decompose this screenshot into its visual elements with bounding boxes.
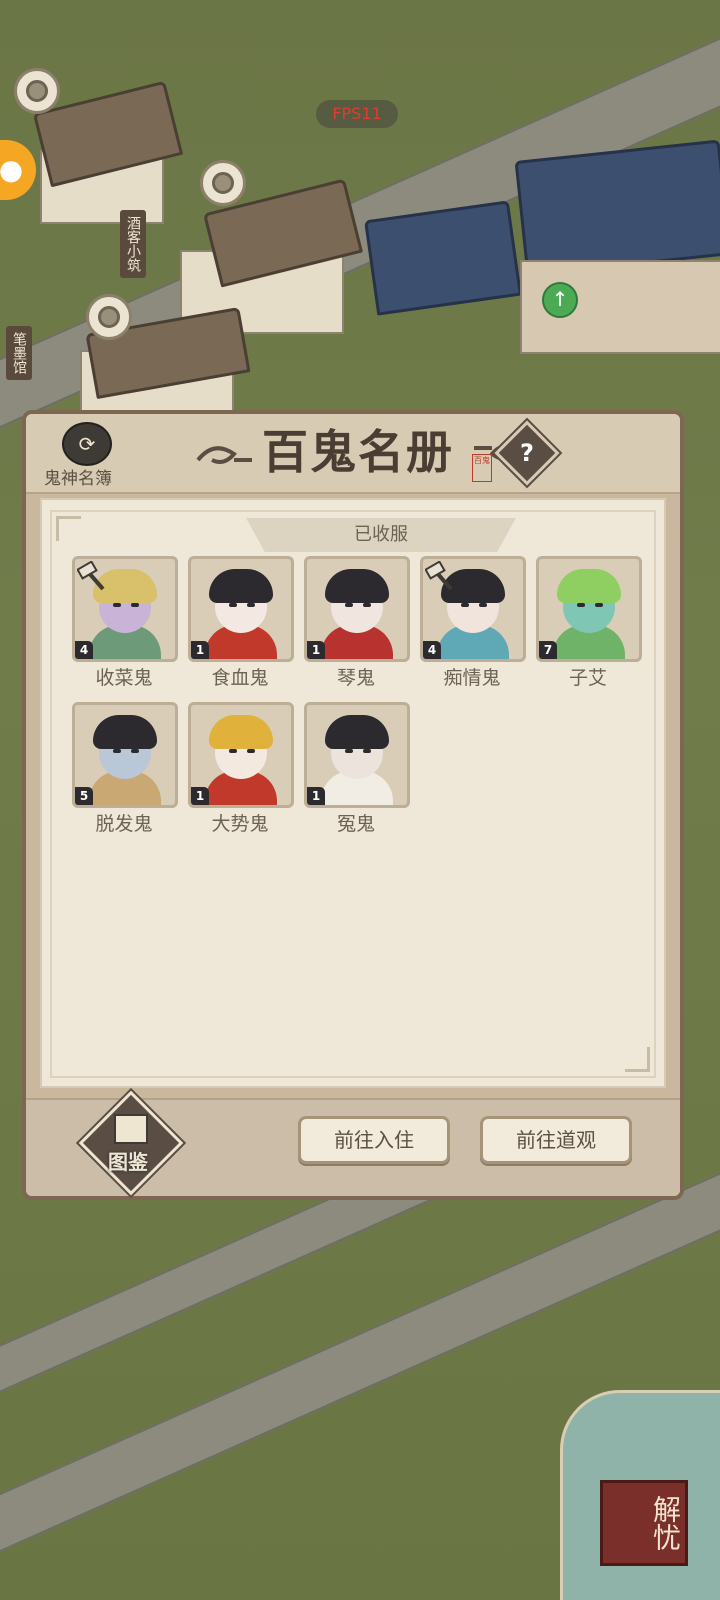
title-seal: 百鬼	[472, 454, 492, 482]
ghost-eye	[113, 603, 121, 607]
ghost-level-badge: 5	[75, 787, 93, 805]
ghost-hair	[209, 569, 273, 603]
corner-ornament	[625, 1047, 650, 1072]
ghost-eye	[131, 749, 139, 753]
ghost-roster-dialog: ⟳ 鬼神名簿 百鬼名册 百鬼 ? 已收服 4 收菜鬼 1 食血鬼 1 琴鬼 4 痴情鬼 7 子艾 5…	[22, 410, 684, 1200]
ghost-eye	[577, 603, 585, 607]
ghost-hair	[557, 569, 621, 603]
coin-bubble-icon[interactable]	[86, 294, 132, 340]
question-icon: ?	[520, 439, 534, 467]
ghost-eye	[229, 603, 237, 607]
ghost-name: 冤鬼	[336, 813, 375, 835]
ghost-portrait: 1	[188, 702, 294, 808]
ghost-portrait: 4	[420, 556, 526, 662]
atlas-label: 图鉴	[108, 1150, 148, 1174]
atlas-button[interactable]: 图鉴	[78, 1090, 184, 1196]
ghost-hair	[93, 715, 157, 749]
ghost-portrait: 1	[188, 556, 294, 662]
ghost-eye	[229, 749, 237, 753]
temple-roof	[364, 200, 522, 316]
upgrade-arrow-icon[interactable]: ↑	[542, 282, 578, 318]
ghost-hair	[325, 715, 389, 749]
ghost-card[interactable]: 7 子艾	[536, 556, 642, 704]
ghost-level-badge: 4	[75, 641, 93, 659]
ghost-name: 琴鬼	[336, 667, 375, 689]
ghost-name: 痴情鬼	[443, 667, 501, 689]
captured-section-label: 已收服	[246, 518, 516, 552]
ghost-name: 子艾	[568, 667, 607, 689]
coin-bubble-icon[interactable]	[14, 68, 60, 114]
dialog-footer: 图鉴 前往入住 前往道观	[26, 1090, 680, 1196]
ghost-eye	[131, 603, 139, 607]
ghost-eye	[345, 603, 353, 607]
ghost-portrait: 1	[304, 702, 410, 808]
brush-hall-sign: 笔墨馆	[6, 326, 32, 380]
ghost-portrait: 1	[304, 556, 410, 662]
roster-label: 鬼神名簿	[44, 469, 112, 489]
ghost-card[interactable]: 4 痴情鬼	[420, 556, 526, 704]
ghost-card[interactable]: 1 冤鬼	[304, 702, 410, 850]
coin-bubble-icon[interactable]	[200, 160, 246, 206]
ghost-hair	[325, 569, 389, 603]
hammer-upgrade-icon	[77, 561, 105, 591]
roster-book-icon[interactable]: ⟳	[62, 422, 112, 466]
ghost-level-badge: 4	[423, 641, 441, 659]
ghost-card[interactable]: 1 食血鬼	[188, 556, 294, 704]
ghost-level-badge: 7	[539, 641, 557, 659]
ghost-card[interactable]: 4 收菜鬼	[72, 556, 178, 704]
ghost-level-badge: 1	[307, 641, 325, 659]
ghost-eye	[247, 603, 255, 607]
ghost-eye	[461, 603, 469, 607]
ghost-eye	[345, 749, 353, 753]
ghost-card[interactable]: 5 脱发鬼	[72, 702, 178, 850]
ghost-eye	[595, 603, 603, 607]
jieyou-seal-button[interactable]: 解忧	[600, 1480, 688, 1566]
ghost-card[interactable]: 1 大势鬼	[188, 702, 294, 850]
ghost-card[interactable]: 1 琴鬼	[304, 556, 410, 704]
corner-ornament	[56, 516, 81, 541]
ghost-eye	[113, 749, 121, 753]
roster-content-area: 已收服 4 收菜鬼 1 食血鬼 1 琴鬼 4 痴情鬼 7 子艾 5 脱发鬼 1 大势鬼 1 冤鬼	[40, 498, 666, 1088]
ghost-name: 收菜鬼	[95, 667, 153, 689]
flag-icon	[114, 1114, 148, 1144]
ghost-portrait: 7	[536, 556, 642, 662]
ghost-eye	[479, 603, 487, 607]
ghost-level-badge: 1	[191, 787, 209, 805]
dialog-header: ⟳ 鬼神名簿 百鬼名册 百鬼 ?	[26, 414, 680, 494]
ghost-name: 食血鬼	[211, 667, 269, 689]
ghost-eye	[363, 749, 371, 753]
ghost-name: 大势鬼	[211, 813, 269, 835]
tavern-sign: 酒客小筑	[120, 210, 146, 278]
temple-roof	[514, 139, 720, 277]
ghost-portrait: 4	[72, 556, 178, 662]
ghost-eye	[363, 603, 371, 607]
ghost-portrait: 5	[72, 702, 178, 808]
dialog-title: 百鬼名册	[262, 425, 454, 479]
go-residence-button[interactable]: 前往入住	[298, 1116, 450, 1164]
roster-inner-frame: 已收服 4 收菜鬼 1 食血鬼 1 琴鬼 4 痴情鬼 7 子艾 5 脱发鬼 1 大势鬼 1 冤鬼	[50, 510, 656, 1078]
hammer-upgrade-icon	[425, 561, 453, 591]
ghost-level-badge: 1	[307, 787, 325, 805]
ghost-hair	[209, 715, 273, 749]
fps-counter: FPS11	[316, 100, 398, 128]
ghost-eye	[247, 749, 255, 753]
ghost-name: 脱发鬼	[95, 813, 153, 835]
go-temple-button[interactable]: 前往道观	[480, 1116, 632, 1164]
ghost-level-badge: 1	[191, 641, 209, 659]
